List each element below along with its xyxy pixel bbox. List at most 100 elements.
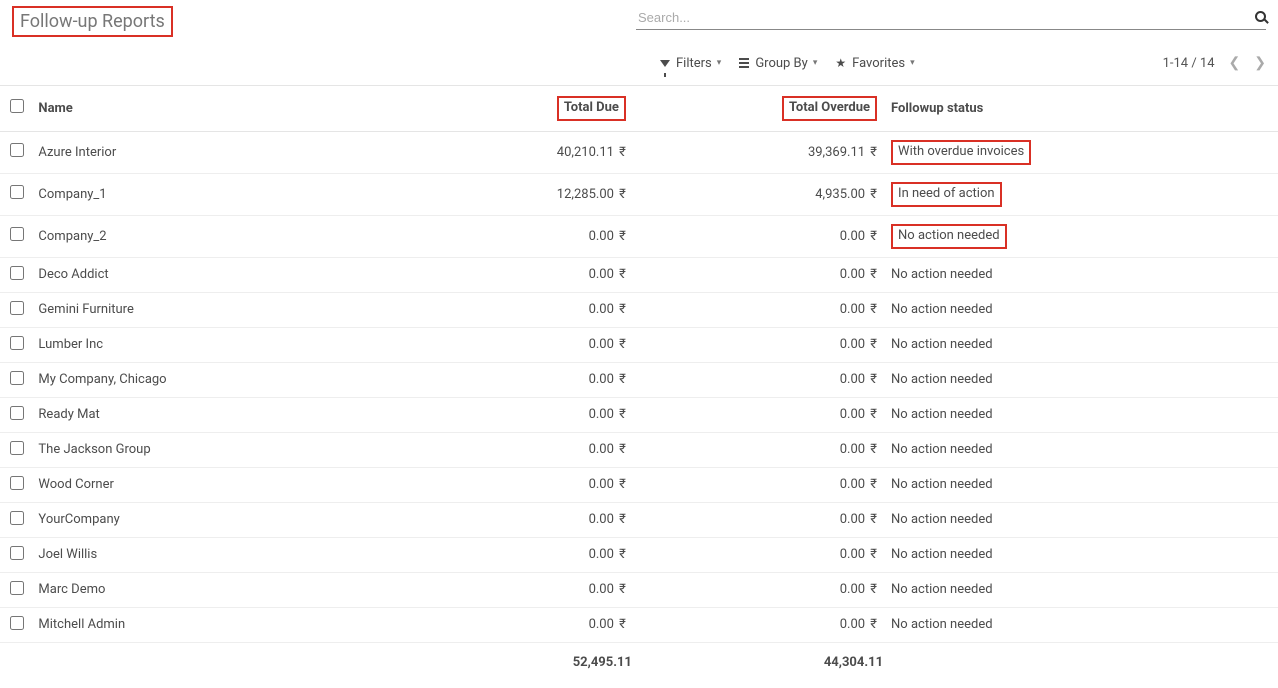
- cell-name: Ready Mat: [34, 397, 439, 432]
- chevron-down-icon: ▾: [813, 58, 818, 68]
- cell-status: No action needed: [883, 432, 1278, 467]
- row-checkbox[interactable]: [10, 371, 24, 385]
- row-checkbox[interactable]: [10, 511, 24, 525]
- row-checkbox[interactable]: [10, 616, 24, 630]
- funnel-icon: [660, 60, 670, 67]
- cell-total-due: 0.00 ₹: [439, 502, 631, 537]
- cell-status: No action needed: [883, 215, 1278, 257]
- cell-total-overdue: 0.00 ₹: [632, 607, 883, 642]
- search-bar: [636, 6, 1266, 30]
- cell-name: My Company, Chicago: [34, 362, 439, 397]
- cell-total-due: 0.00 ₹: [439, 215, 631, 257]
- cell-status: No action needed: [883, 502, 1278, 537]
- pager-prev-button[interactable]: ❮: [1229, 55, 1241, 71]
- cell-total-due: 0.00 ₹: [439, 432, 631, 467]
- filters-button[interactable]: Filters ▾: [660, 56, 721, 71]
- cell-total-due: 0.00 ₹: [439, 327, 631, 362]
- cell-total-overdue: 0.00 ₹: [632, 215, 883, 257]
- column-header-total-overdue[interactable]: Total Overdue: [632, 86, 883, 132]
- cell-total-overdue: 0.00 ₹: [632, 327, 883, 362]
- search-input[interactable]: [636, 6, 1266, 30]
- favorites-label: Favorites: [852, 56, 905, 71]
- filters-label: Filters: [676, 56, 712, 71]
- table-row[interactable]: Deco Addict0.00 ₹0.00 ₹No action needed: [0, 257, 1278, 292]
- table-row[interactable]: Company_112,285.00 ₹4,935.00 ₹In need of…: [0, 173, 1278, 215]
- cell-status: No action needed: [883, 327, 1278, 362]
- cell-total-overdue: 0.00 ₹: [632, 362, 883, 397]
- cell-total-due: 0.00 ₹: [439, 467, 631, 502]
- table-row[interactable]: Wood Corner0.00 ₹0.00 ₹No action needed: [0, 467, 1278, 502]
- cell-name: Azure Interior: [34, 131, 439, 173]
- column-header-name[interactable]: Name: [34, 86, 439, 132]
- cell-total-overdue: 0.00 ₹: [632, 537, 883, 572]
- pager-text: 1-14 / 14: [1163, 56, 1215, 71]
- row-checkbox[interactable]: [10, 185, 24, 199]
- cell-total-overdue: 0.00 ₹: [632, 292, 883, 327]
- cell-total-due: 0.00 ₹: [439, 362, 631, 397]
- cell-name: Company_1: [34, 173, 439, 215]
- row-checkbox[interactable]: [10, 227, 24, 241]
- cell-status: No action needed: [883, 257, 1278, 292]
- cell-name: YourCompany: [34, 502, 439, 537]
- pager-next-button[interactable]: ❯: [1254, 55, 1266, 71]
- table-row[interactable]: The Jackson Group0.00 ₹0.00 ₹No action n…: [0, 432, 1278, 467]
- cell-total-due: 0.00 ₹: [439, 397, 631, 432]
- cell-total-due: 0.00 ₹: [439, 607, 631, 642]
- row-checkbox[interactable]: [10, 441, 24, 455]
- favorites-button[interactable]: Favorites ▾: [835, 56, 914, 71]
- cell-status: In need of action: [883, 173, 1278, 215]
- groupby-button[interactable]: Group By ▾: [739, 56, 817, 71]
- table-row[interactable]: YourCompany0.00 ₹0.00 ₹No action needed: [0, 502, 1278, 537]
- chevron-down-icon: ▾: [910, 58, 915, 68]
- cell-name: Joel Willis: [34, 537, 439, 572]
- cell-total-overdue: 0.00 ₹: [632, 467, 883, 502]
- cell-name: Deco Addict: [34, 257, 439, 292]
- cell-total-overdue: 39,369.11 ₹: [632, 131, 883, 173]
- cell-status: No action needed: [883, 607, 1278, 642]
- select-all-checkbox[interactable]: [10, 99, 24, 113]
- search-icon[interactable]: [1255, 8, 1266, 26]
- footer-total-overdue: 44,304.11: [632, 642, 883, 688]
- row-checkbox[interactable]: [10, 266, 24, 280]
- column-header-total-due[interactable]: Total Due: [439, 86, 631, 132]
- table-row[interactable]: Marc Demo0.00 ₹0.00 ₹No action needed: [0, 572, 1278, 607]
- row-checkbox[interactable]: [10, 476, 24, 490]
- cell-total-due: 12,285.00 ₹: [439, 173, 631, 215]
- cell-total-overdue: 0.00 ₹: [632, 257, 883, 292]
- table-row[interactable]: My Company, Chicago0.00 ₹0.00 ₹No action…: [0, 362, 1278, 397]
- star-icon: [835, 56, 848, 71]
- table-row[interactable]: Gemini Furniture0.00 ₹0.00 ₹No action ne…: [0, 292, 1278, 327]
- cell-total-overdue: 4,935.00 ₹: [632, 173, 883, 215]
- table-row[interactable]: Company_20.00 ₹0.00 ₹No action needed: [0, 215, 1278, 257]
- table-row[interactable]: Lumber Inc0.00 ₹0.00 ₹No action needed: [0, 327, 1278, 362]
- column-header-status[interactable]: Followup status: [883, 86, 1278, 132]
- cell-status: No action needed: [883, 362, 1278, 397]
- cell-name: Mitchell Admin: [34, 607, 439, 642]
- followup-table: Name Total Due Total Overdue Followup st…: [0, 85, 1278, 688]
- cell-total-overdue: 0.00 ₹: [632, 502, 883, 537]
- cell-status: No action needed: [883, 537, 1278, 572]
- table-row[interactable]: Ready Mat0.00 ₹0.00 ₹No action needed: [0, 397, 1278, 432]
- footer-total-due: 52,495.11: [439, 642, 631, 688]
- cell-total-due: 0.00 ₹: [439, 257, 631, 292]
- row-checkbox[interactable]: [10, 546, 24, 560]
- row-checkbox[interactable]: [10, 143, 24, 157]
- row-checkbox[interactable]: [10, 406, 24, 420]
- table-row[interactable]: Azure Interior40,210.11 ₹39,369.11 ₹With…: [0, 131, 1278, 173]
- cell-total-due: 0.00 ₹: [439, 537, 631, 572]
- table-row[interactable]: Mitchell Admin0.00 ₹0.00 ₹No action need…: [0, 607, 1278, 642]
- row-checkbox[interactable]: [10, 336, 24, 350]
- page-title: Follow-up Reports: [12, 6, 173, 37]
- row-checkbox[interactable]: [10, 301, 24, 315]
- cell-total-due: 0.00 ₹: [439, 572, 631, 607]
- cell-name: Lumber Inc: [34, 327, 439, 362]
- table-row[interactable]: Joel Willis0.00 ₹0.00 ₹No action needed: [0, 537, 1278, 572]
- cell-name: Marc Demo: [34, 572, 439, 607]
- cell-name: The Jackson Group: [34, 432, 439, 467]
- cell-total-overdue: 0.00 ₹: [632, 432, 883, 467]
- table-footer-totals: 52,495.11 44,304.11: [0, 642, 1278, 688]
- list-icon: [739, 58, 749, 68]
- row-checkbox[interactable]: [10, 581, 24, 595]
- cell-status: No action needed: [883, 467, 1278, 502]
- cell-name: Company_2: [34, 215, 439, 257]
